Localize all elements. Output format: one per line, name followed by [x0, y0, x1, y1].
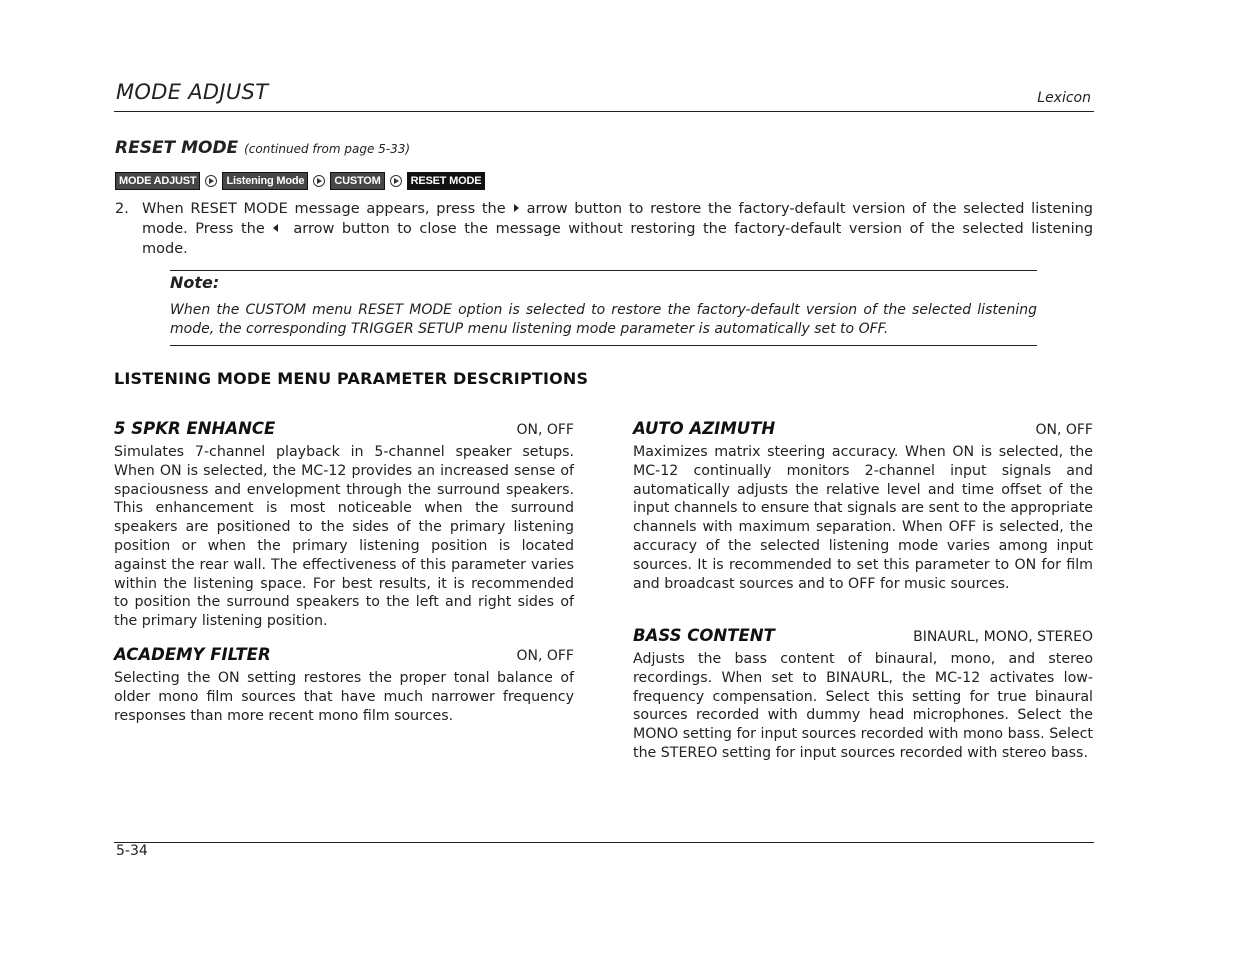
instruction-step: 2. When RESET MODE message appears, pres… [115, 199, 1093, 259]
continued-note: (continued from page 5-33) [244, 142, 411, 156]
param-name: BASS CONTENT [633, 626, 775, 645]
step-number: 2. [115, 201, 129, 217]
step-text-part3: arrow button to close the message withou… [142, 221, 1094, 257]
menu-path-breadcrumb: MODE ADJUST Listening Mode CUSTOM RESET … [115, 172, 486, 190]
param-name: ACADEMY FILTER [114, 645, 271, 664]
param-options: ON, OFF [1035, 422, 1093, 438]
param-auto-azimuth: AUTO AZIMUTH ON, OFF Maximizes matrix st… [633, 419, 1093, 593]
param-name: AUTO AZIMUTH [633, 419, 776, 438]
note-body: When the CUSTOM menu RESET MODE option i… [170, 302, 1037, 337]
param-academy-filter: ACADEMY FILTER ON, OFF Selecting the ON … [114, 645, 574, 725]
header-rule [114, 111, 1094, 112]
page-number: 5-34 [116, 843, 148, 859]
note-top-rule [170, 270, 1037, 271]
crumb-custom: CUSTOM [330, 172, 385, 190]
brand-name: Lexicon [1037, 90, 1091, 106]
right-arrow-icon [513, 204, 519, 212]
param-description: Adjusts the bass content of binaural, mo… [633, 651, 1093, 761]
param-description: Maximizes matrix steering accuracy. When… [633, 444, 1093, 592]
page-title: MODE ADJUST [116, 80, 269, 104]
step-text: When RESET MODE message appears, press t… [142, 199, 1093, 259]
param-5-spkr-enhance: 5 SPKR ENHANCE ON, OFF Simulates 7-chann… [114, 419, 574, 631]
param-options: ON, OFF [516, 422, 574, 438]
descriptions-heading: LISTENING MODE MENU PARAMETER DESCRIPTIO… [114, 369, 589, 388]
crumb-reset-mode: RESET MODE [406, 172, 486, 190]
note-bottom-rule [170, 345, 1037, 346]
param-options: BINAURL, MONO, STEREO [913, 629, 1093, 645]
arrow-circle-icon [205, 175, 218, 187]
section-title: RESET MODE (continued from page 5-33) [115, 138, 410, 158]
footer-rule [114, 842, 1094, 843]
step-text-part1: When RESET MODE message appears, press t… [142, 201, 506, 217]
arrow-circle-icon [389, 175, 402, 187]
param-options: ON, OFF [516, 648, 574, 664]
param-description: Selecting the ON setting restores the pr… [114, 670, 574, 724]
section-title-text: RESET MODE [115, 138, 239, 158]
param-bass-content: BASS CONTENT BINAURL, MONO, STEREO Adjus… [633, 626, 1093, 763]
param-name: 5 SPKR ENHANCE [114, 419, 276, 438]
left-arrow-icon [272, 224, 278, 232]
crumb-mode-adjust: MODE ADJUST [115, 172, 201, 190]
arrow-circle-icon [313, 175, 326, 187]
crumb-listening-mode: Listening Mode [222, 172, 309, 190]
note-title: Note: [170, 273, 220, 292]
param-description: Simulates 7-channel playback in 5-channe… [114, 444, 574, 630]
